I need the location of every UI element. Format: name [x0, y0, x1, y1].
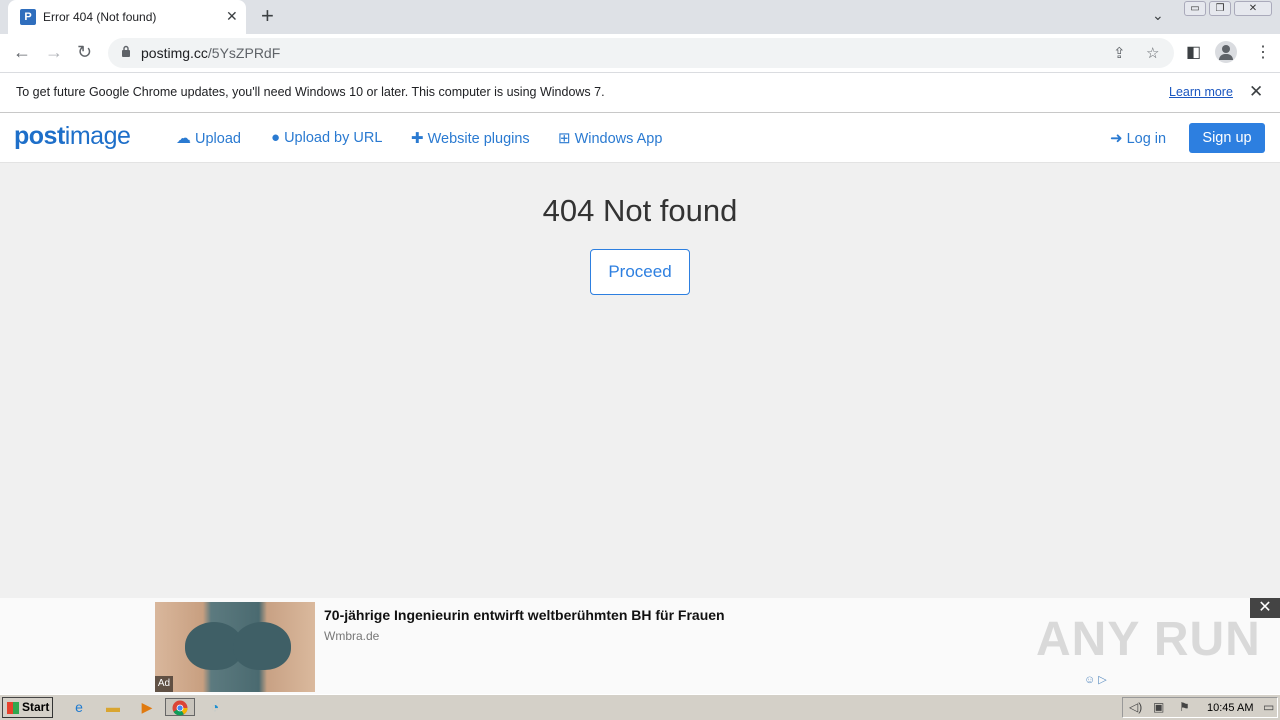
- system-tray: ◁) ▣ ⚑ 10:45 AM ▭: [1122, 697, 1278, 718]
- ad-image-shape-right: [233, 622, 291, 670]
- bookmark-star-icon[interactable]: ☆: [1146, 44, 1159, 62]
- nav-windows-app-label: Windows App: [574, 131, 663, 147]
- file-explorer-icon[interactable]: ▬: [103, 698, 123, 716]
- sign-in-icon: ➜: [1110, 130, 1123, 147]
- side-panel-icon[interactable]: ◧: [1186, 42, 1201, 62]
- url-text: postimg.cc/5YsZPRdF: [141, 45, 280, 61]
- puzzle-icon: ✚: [411, 130, 424, 147]
- tab-title: Error 404 (Not found): [43, 10, 157, 24]
- ad-banner[interactable]: Ad 70-jährige Ingenieurin entwirft weltb…: [0, 598, 1280, 694]
- globe-icon: ●: [271, 129, 281, 146]
- proceed-button[interactable]: Proceed: [590, 249, 690, 295]
- forward-arrow-icon[interactable]: →: [45, 42, 63, 62]
- logo-bold: post: [14, 122, 65, 150]
- login-link[interactable]: ➜ Log in: [1110, 129, 1166, 147]
- infobar-message: To get future Google Chrome updates, you…: [16, 85, 605, 99]
- learn-more-link[interactable]: Learn more: [1169, 85, 1233, 99]
- windows-flag-icon: [7, 702, 19, 714]
- tab-close-icon[interactable]: ✕: [226, 8, 238, 25]
- url-path: /5YsZPRdF: [207, 45, 281, 61]
- ad-title[interactable]: 70-jährige Ingenieurin entwirft weltberü…: [324, 607, 725, 623]
- lock-icon: [122, 45, 130, 57]
- nav-upload-label: Upload: [195, 131, 241, 147]
- site-navbar: postimage ☁ Upload ● Upload by URL ✚ Websit…: [0, 113, 1280, 163]
- tab-search-chevron-icon[interactable]: ⌄: [1152, 7, 1164, 24]
- reload-icon[interactable]: ↻: [77, 42, 92, 62]
- signup-button[interactable]: Sign up: [1189, 123, 1265, 153]
- internet-explorer-icon[interactable]: e: [69, 698, 89, 716]
- kebab-menu-icon[interactable]: ⋮: [1255, 42, 1271, 62]
- page-title: 404 Not found: [542, 193, 738, 228]
- share-icon[interactable]: ⇪: [1113, 44, 1126, 62]
- postimage-favicon-icon: P: [20, 9, 36, 25]
- volume-icon[interactable]: ◁): [1129, 700, 1142, 714]
- nav-upload-by-url-label: Upload by URL: [284, 130, 383, 146]
- chrome-icon[interactable]: [165, 698, 195, 716]
- edge-icon[interactable]: ◔: [205, 698, 225, 716]
- logo-rest: image: [64, 122, 131, 150]
- network-icon[interactable]: ▣: [1153, 700, 1164, 714]
- tab-strip: P Error 404 (Not found) ✕ + ⌄ ▭ ❐ ✕: [0, 0, 1280, 34]
- start-button[interactable]: Start: [2, 697, 53, 718]
- ad-source: Wmbra.de: [324, 629, 380, 643]
- back-arrow-icon[interactable]: ←: [13, 42, 31, 62]
- profile-avatar-icon[interactable]: [1215, 41, 1237, 63]
- address-bar[interactable]: postimg.cc/5YsZPRdF ⇪ ☆: [108, 38, 1174, 68]
- ad-badge: Ad: [155, 676, 173, 692]
- login-label: Log in: [1126, 131, 1167, 147]
- ad-image[interactable]: [155, 602, 315, 692]
- show-desktop-icon[interactable]: ▭: [1263, 700, 1274, 714]
- minimize-icon[interactable]: ▭: [1184, 1, 1206, 16]
- media-player-icon[interactable]: ▶: [137, 698, 157, 716]
- browser-toolbar: ← → ↻ postimg.cc/5YsZPRdF ⇪ ☆ ◧ ⋮: [0, 34, 1280, 72]
- nav-windows-app[interactable]: ⊞ Windows App: [558, 129, 662, 147]
- restore-icon[interactable]: ❐: [1209, 1, 1231, 16]
- infobar-close-icon[interactable]: ✕: [1249, 82, 1263, 102]
- ad-close-icon[interactable]: ✕: [1250, 598, 1280, 618]
- taskbar-clock[interactable]: 10:45 AM: [1207, 702, 1253, 714]
- nav-upload-by-url[interactable]: ● Upload by URL: [271, 129, 382, 146]
- action-center-flag-icon[interactable]: ⚑: [1179, 700, 1190, 714]
- url-domain: postimg.cc: [141, 45, 208, 61]
- adchoices-icon[interactable]: ☺ ▷: [1084, 673, 1107, 686]
- postimage-logo[interactable]: postimage: [14, 122, 131, 151]
- anyrun-watermark: ANY RUN: [1036, 613, 1261, 666]
- window-close-icon[interactable]: ✕: [1234, 1, 1272, 16]
- cloud-upload-icon: ☁: [176, 130, 191, 147]
- new-tab-icon[interactable]: +: [261, 5, 274, 27]
- windows-icon: ⊞: [558, 130, 571, 147]
- chrome-logo: [172, 700, 188, 716]
- start-label: Start: [22, 700, 50, 714]
- nav-website-plugins-label: Website plugins: [427, 131, 530, 147]
- nav-upload[interactable]: ☁ Upload: [176, 129, 241, 147]
- browser-tab[interactable]: P Error 404 (Not found) ✕: [8, 0, 246, 34]
- windows-taskbar: Start e ▬ ▶ ◔ ◁) ▣ ⚑ 10:45 AM ▭: [0, 694, 1280, 720]
- nav-website-plugins[interactable]: ✚ Website plugins: [411, 129, 530, 147]
- update-infobar: To get future Google Chrome updates, you…: [0, 72, 1280, 113]
